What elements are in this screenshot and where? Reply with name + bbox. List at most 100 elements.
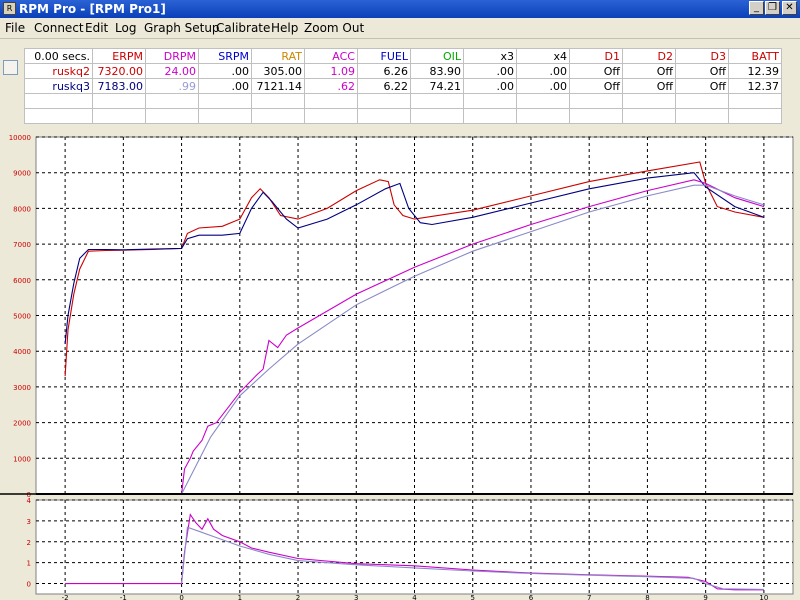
rpm-panel-y-tick-label: 8000 — [13, 205, 31, 213]
empty-cell — [622, 93, 676, 109]
readout-value-x3: .00 — [463, 63, 517, 79]
empty-cell — [516, 108, 570, 124]
readout-value-d3: Off — [675, 63, 729, 79]
empty-cell — [145, 93, 199, 109]
column-header-d3: D3 — [675, 48, 729, 64]
column-header-oil: OIL — [410, 48, 464, 64]
acc-panel-y-tick-label: 3 — [27, 518, 31, 526]
rpm-panel-y-tick-label: 1000 — [13, 455, 31, 463]
channel-name: ruskq2 — [24, 63, 93, 79]
empty-cell — [675, 108, 729, 124]
column-header-drpm: DRPM — [145, 48, 199, 64]
readout-value-rat: 305.00 — [251, 63, 305, 79]
column-header-x4: x4 — [516, 48, 570, 64]
minimize-button[interactable]: _ — [749, 1, 764, 15]
rpm-graph[interactable]: 0100020003000400050006000700080009000100… — [0, 132, 800, 600]
empty-cell — [410, 93, 464, 109]
readout-value-rat: 7121.14 — [251, 78, 305, 94]
menu-file[interactable]: File — [5, 21, 25, 35]
x-tick-label: 5 — [470, 594, 474, 600]
readout-header-row: 0.00 secs. ERPM DRPM SRPM RAT ACC FUEL OIL x3 x4 D… — [24, 48, 782, 64]
readout-value-x4: .00 — [516, 78, 570, 94]
x-tick-label: 2 — [296, 594, 300, 600]
restore-button[interactable]: ❐ — [765, 1, 780, 15]
readout-value-oil: 74.21 — [410, 78, 464, 94]
readout-value-fuel: 6.26 — [357, 63, 411, 79]
readout-value-drpm: .99 — [145, 78, 199, 94]
empty-cell — [463, 108, 517, 124]
time-readout: 0.00 secs. — [24, 48, 93, 64]
rpm-panel-y-tick-label: 4000 — [13, 348, 31, 356]
rpm-panel-y-tick-label: 7000 — [13, 241, 31, 249]
rpm-panel-y-tick-label: 6000 — [13, 277, 31, 285]
menu-calibrate[interactable]: Calibrate — [216, 21, 270, 35]
empty-cell — [675, 93, 729, 109]
close-button[interactable]: ✕ — [782, 1, 797, 15]
acc-panel-y-tick-label: 1 — [27, 560, 31, 568]
empty-cell — [198, 108, 252, 124]
x-tick-label: 0 — [179, 594, 183, 600]
empty-cell — [357, 93, 411, 109]
column-header-x3: x3 — [463, 48, 517, 64]
column-header-rat: RAT — [251, 48, 305, 64]
rpm-panel-y-tick-label: 2000 — [13, 420, 31, 428]
readout-value-oil: 83.90 — [410, 63, 464, 79]
readout-value-d1: Off — [569, 78, 623, 94]
readout-value-d1: Off — [569, 63, 623, 79]
readout-value-batt: 12.39 — [728, 63, 782, 79]
x-tick-label: 9 — [703, 594, 707, 600]
readout-empty-row — [24, 93, 782, 109]
readout-toggle-button[interactable] — [3, 60, 18, 75]
column-header-srpm: SRPM — [198, 48, 252, 64]
x-tick-label: 8 — [645, 594, 649, 600]
empty-cell — [92, 93, 146, 109]
empty-cell — [304, 108, 358, 124]
empty-cell — [24, 93, 93, 109]
empty-cell — [410, 108, 464, 124]
empty-cell — [357, 108, 411, 124]
readout-value-fuel: 6.22 — [357, 78, 411, 94]
acc-panel-y-tick-label: 0 — [27, 581, 31, 589]
rpm-panel-y-tick-label: 3000 — [13, 384, 31, 392]
empty-cell — [463, 93, 517, 109]
readout-value-erpm: 7320.00 — [92, 63, 146, 79]
readout-value-x3: .00 — [463, 78, 517, 94]
readout-panel: 0.00 secs. ERPM DRPM SRPM RAT ACC FUEL OIL x3 x4 D… — [0, 39, 800, 132]
empty-cell — [198, 93, 252, 109]
x-tick-label: 1 — [238, 594, 242, 600]
menu-zoom-out[interactable]: Zoom Out — [304, 21, 364, 35]
x-tick-label: 10 — [759, 594, 768, 600]
readout-row-ruskq3[interactable]: ruskq3 7183.00.99.00 7121.14.62 6.22 74.21.0… — [24, 78, 782, 94]
x-tick-label: 4 — [412, 594, 417, 600]
menu-log[interactable]: Log — [115, 21, 136, 35]
column-header-d2: D2 — [622, 48, 676, 64]
readout-value-drpm: 24.00 — [145, 63, 199, 79]
menu-graph-setup[interactable]: Graph Setup — [144, 21, 220, 35]
graph-area[interactable]: 0 1000 2000 3000 4000 5000 6000 7000 8000 9000 100… — [0, 132, 800, 600]
readout-value-x4: .00 — [516, 63, 570, 79]
menu-help[interactable]: Help — [271, 21, 298, 35]
rpm-panel-y-tick-label: 5000 — [13, 313, 31, 321]
rpm-panel-y-tick-label: 10000 — [9, 134, 31, 142]
readout-value-d2: Off — [622, 63, 676, 79]
menu-edit[interactable]: Edit — [85, 21, 108, 35]
readout-value-srpm: .00 — [198, 78, 252, 94]
readout-value-acc: .62 — [304, 78, 358, 94]
readout-value-erpm: 7183.00 — [92, 78, 146, 94]
readout-row-ruskq2[interactable]: ruskq2 7320.00 24.00.00 305.00 1.09 6.26 83.90… — [24, 63, 782, 79]
channel-name: ruskq3 — [24, 78, 93, 94]
empty-cell — [728, 108, 782, 124]
x-tick-label: -1 — [120, 594, 127, 600]
app-icon[interactable]: R — [3, 2, 16, 15]
acc-panel-y-tick-label: 4 — [27, 497, 32, 505]
empty-cell — [622, 108, 676, 124]
empty-cell — [92, 108, 146, 124]
readout-value-srpm: .00 — [198, 63, 252, 79]
column-header-acc: ACC — [304, 48, 358, 64]
readout-value-batt: 12.37 — [728, 78, 782, 94]
readout-table: 0.00 secs. ERPM DRPM SRPM RAT ACC FUEL OIL x3 x4 D… — [24, 48, 782, 124]
menu-connect[interactable]: Connect — [34, 21, 84, 35]
window-title: RPM Pro - [RPM Pro1] — [19, 2, 166, 16]
x-tick-label: 6 — [529, 594, 534, 600]
title-bar[interactable]: R RPM Pro - [RPM Pro1] _ ❐ ✕ — [0, 0, 800, 18]
